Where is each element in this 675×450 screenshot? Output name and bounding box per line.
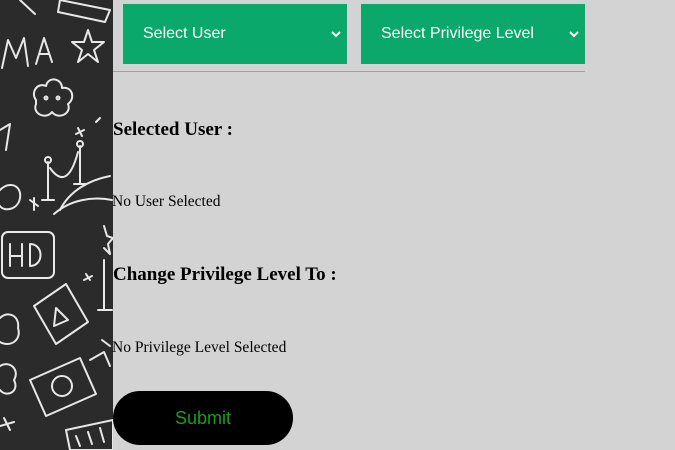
change-privilege-heading: Change Privilege Level To :: [113, 264, 337, 285]
selected-privilege-value: No Privilege Level Selected: [112, 339, 287, 356]
divider: [113, 71, 585, 72]
page: Select User Select Privilege Level Selec…: [0, 0, 675, 450]
doodle-background: [0, 0, 113, 450]
selected-user-value: No User Selected: [112, 193, 221, 210]
select-user-dropdown[interactable]: Select User: [123, 4, 347, 64]
selected-user-heading: Selected User :: [113, 119, 233, 140]
doodle-illustration: [0, 0, 113, 450]
chevron-down-icon: [331, 4, 341, 64]
select-user-label: Select User: [143, 25, 226, 42]
chevron-down-icon: [569, 4, 579, 64]
select-privilege-label: Select Privilege Level: [381, 25, 534, 42]
submit-button[interactable]: Submit: [113, 391, 293, 445]
select-privilege-dropdown[interactable]: Select Privilege Level: [361, 4, 585, 64]
